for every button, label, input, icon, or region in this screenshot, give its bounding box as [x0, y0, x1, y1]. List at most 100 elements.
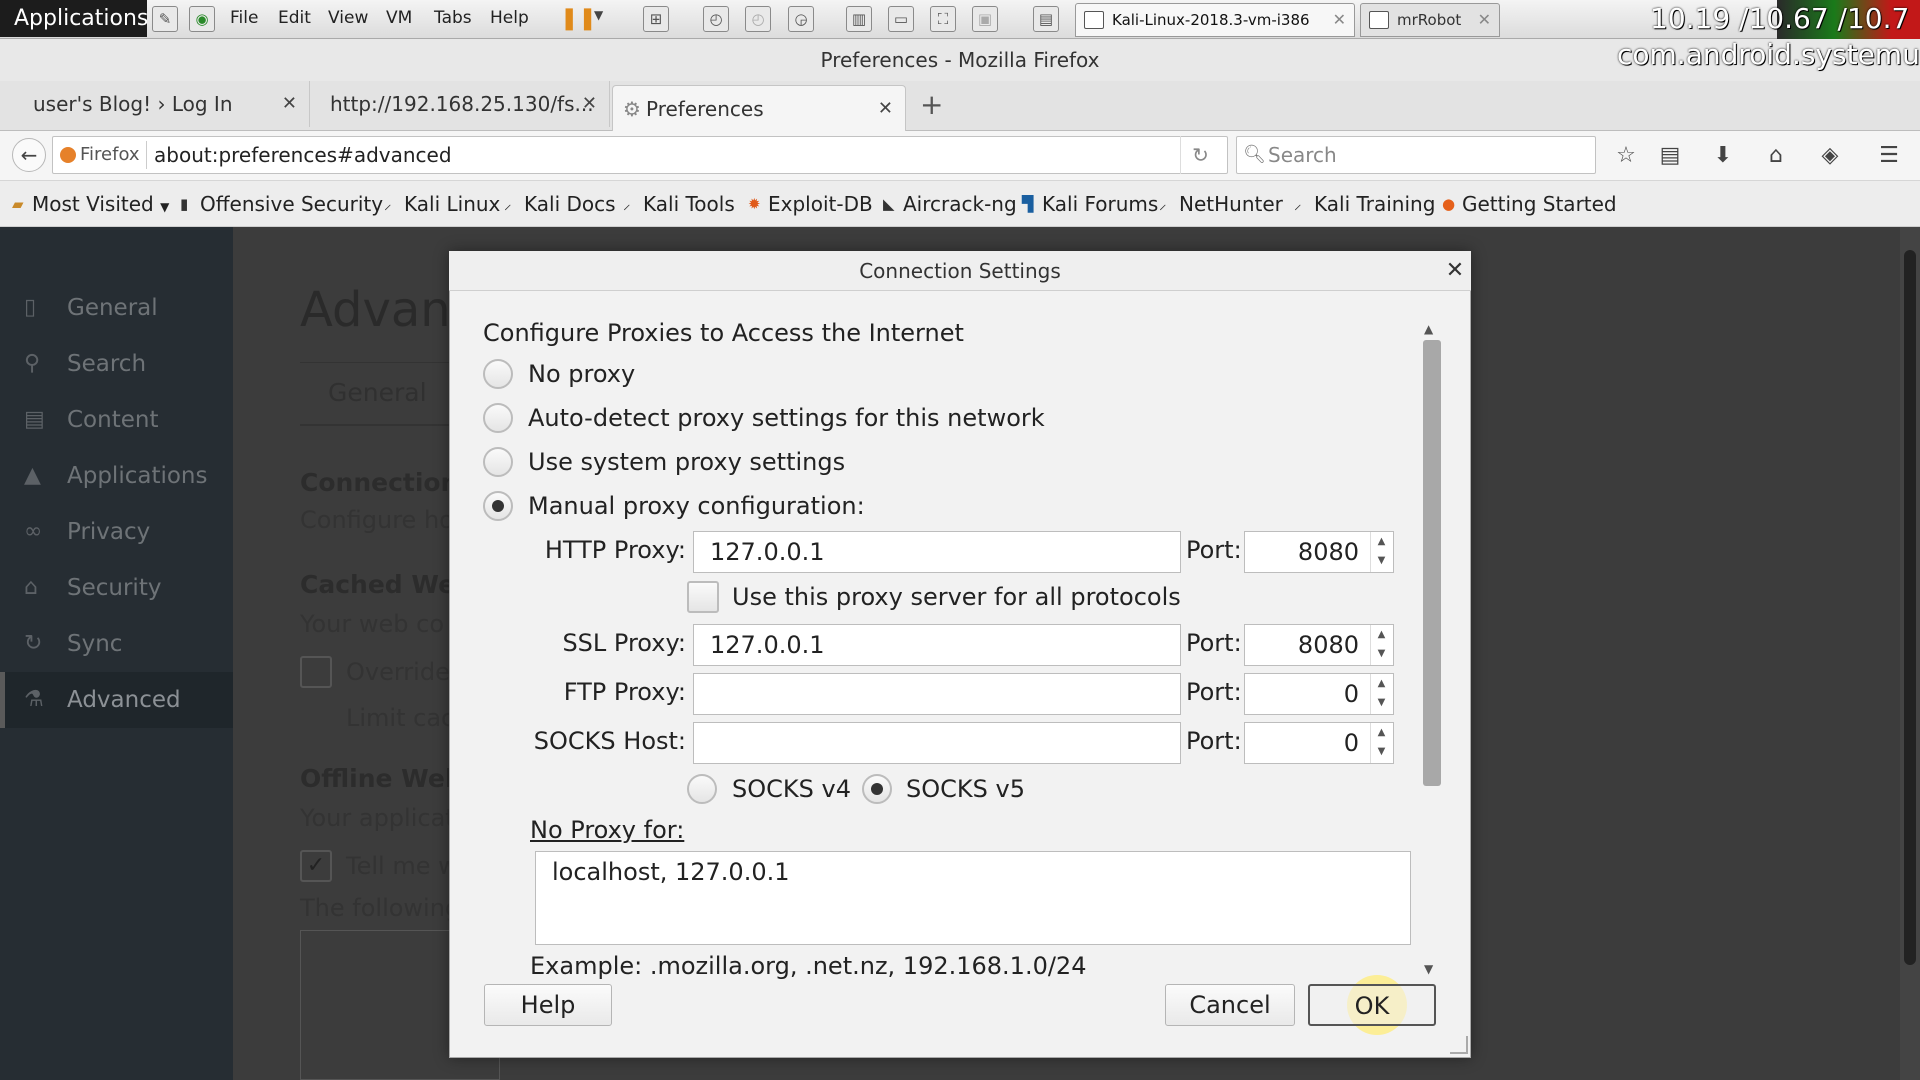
no-proxy-label[interactable]: No proxy — [528, 360, 635, 388]
firefox-icon: ● — [1442, 195, 1456, 213]
close-icon[interactable]: ✕ — [582, 81, 597, 127]
view-icon[interactable]: ▤ — [1033, 6, 1059, 32]
all-protocols-checkbox[interactable] — [687, 581, 719, 613]
close-icon[interactable]: ✕ — [1478, 4, 1491, 36]
bookmark-star-icon[interactable]: ☆ — [1610, 140, 1642, 172]
sidebar-item-content[interactable]: ▤ Content — [0, 392, 233, 448]
bookmark-getting-started[interactable]: ● Getting Started — [1440, 181, 1617, 227]
sidebar-toggle-icon[interactable]: ▥ — [846, 6, 872, 32]
home-icon[interactable]: ⌂ — [1760, 140, 1792, 172]
system-proxy-label[interactable]: Use system proxy settings — [528, 448, 845, 476]
ftp-proxy-input[interactable] — [693, 673, 1181, 715]
vm-tab-kali[interactable]: Kali-Linux-2018.3-vm-i386 ✕ — [1075, 3, 1355, 37]
network-icon[interactable]: ⊞ — [643, 6, 669, 32]
system-proxy-radio[interactable] — [483, 447, 513, 477]
page-scrollbar-thumb[interactable] — [1904, 250, 1916, 965]
snapshot-icon[interactable]: ◴ — [703, 6, 729, 32]
offline-description: Your applicat — [300, 804, 455, 832]
bookmark-kali-tools[interactable]: ⸝ Kali Tools — [621, 181, 735, 227]
scroll-down-icon[interactable]: ▼ — [1424, 962, 1433, 976]
url-text[interactable]: about:preferences#advanced — [154, 136, 452, 174]
site-identity[interactable]: Firefox — [60, 136, 140, 174]
vm-menu-view[interactable]: View — [328, 0, 368, 37]
sidebar-item-privacy[interactable]: ∞ Privacy — [0, 504, 233, 560]
pause-icon[interactable]: ❚❚ — [560, 6, 597, 32]
vm-menu-help[interactable]: Help — [490, 0, 529, 37]
vm-menu-vm[interactable]: VM — [386, 0, 412, 37]
new-tab-button[interactable]: + — [920, 88, 943, 121]
scroll-up-icon[interactable]: ▲ — [1424, 322, 1433, 336]
chevron-down-icon[interactable]: ▼ — [594, 8, 603, 22]
reading-list-icon[interactable]: ▤ — [1654, 140, 1686, 172]
hamburger-menu-icon[interactable]: ☰ — [1873, 140, 1905, 172]
tab-preferences[interactable]: ⚙ Preferences ✕ — [612, 85, 906, 131]
download-icon[interactable]: ⬇ — [1707, 140, 1739, 172]
no-proxy-for-textarea[interactable]: localhost, 127.0.0.1 — [535, 851, 1411, 945]
advanced-icon: ⚗ — [24, 687, 44, 712]
socks-v4-label[interactable]: SOCKS v4 — [732, 775, 851, 803]
cancel-button[interactable]: Cancel — [1165, 984, 1295, 1026]
tab-general[interactable]: General — [300, 360, 460, 426]
bookmark-kali-training[interactable]: ⸝ Kali Training — [1292, 181, 1435, 227]
socks-v5-radio[interactable] — [862, 774, 892, 804]
snapshot-manager-icon[interactable]: ◶ — [788, 6, 814, 32]
bookmark-kali-docs[interactable]: ⸝ Kali Docs — [502, 181, 616, 227]
aircrack-icon: ◣ — [883, 195, 895, 213]
bookmark-exploit-db[interactable]: ✹ Exploit-DB — [746, 181, 873, 227]
pocket-icon[interactable]: ◈ — [1814, 140, 1846, 172]
ok-button[interactable]: OK — [1308, 984, 1436, 1026]
reload-icon[interactable]: ↻ — [1180, 136, 1220, 174]
http-port-spinner[interactable]: ▲ ▼ — [1370, 532, 1392, 572]
bookmark-most-visited[interactable]: ▰ Most Visited ▼ — [10, 181, 169, 227]
snapshot-revert-icon[interactable]: ◴ — [745, 6, 771, 32]
vm-menu-file[interactable]: File — [230, 0, 258, 37]
pin-icon[interactable]: ✎ — [152, 6, 178, 32]
sidebar-item-search[interactable]: ⚲ Search — [0, 336, 233, 392]
socks-host-input[interactable] — [693, 722, 1181, 764]
socks-v4-radio[interactable] — [687, 774, 717, 804]
socks-port-spinner[interactable]: ▲ ▼ — [1370, 723, 1392, 763]
bookmark-offensive-security[interactable]: ▮ Offensive Security — [178, 181, 383, 227]
auto-detect-radio[interactable] — [483, 403, 513, 433]
manual-proxy-radio[interactable] — [483, 491, 513, 521]
sidebar-item-general[interactable]: ▯ General — [0, 280, 233, 336]
help-button[interactable]: Help — [484, 984, 612, 1026]
vm-menu-tabs[interactable]: Tabs — [434, 0, 472, 37]
auto-detect-label[interactable]: Auto-detect proxy settings for this netw… — [528, 404, 1045, 432]
sidebar-item-sync[interactable]: ↻ Sync — [0, 616, 233, 672]
close-icon[interactable]: ✕ — [878, 86, 893, 132]
ftp-port-spinner[interactable]: ▲ ▼ — [1370, 674, 1392, 714]
tab-url[interactable]: http://192.168.25.130/fs... ✕ — [310, 81, 610, 127]
console-icon[interactable]: ▭ — [888, 6, 914, 32]
close-icon[interactable]: ✕ — [1440, 251, 1470, 291]
sidebar-item-applications[interactable]: ▲ Applications — [0, 448, 233, 504]
vm-tab-mrrobot[interactable]: mrRobot ✕ — [1360, 3, 1500, 37]
http-proxy-input[interactable]: 127.0.0.1 — [693, 531, 1181, 573]
manual-proxy-label[interactable]: Manual proxy configuration: — [528, 492, 865, 520]
ssl-proxy-input[interactable]: 127.0.0.1 — [693, 624, 1181, 666]
unity-icon[interactable]: ▣ — [972, 6, 998, 32]
ssl-port-spinner[interactable]: ▲ ▼ — [1370, 625, 1392, 665]
tell-me-checkbox[interactable]: ✓ — [300, 850, 332, 882]
no-proxy-radio[interactable] — [483, 359, 513, 389]
override-checkbox[interactable] — [300, 656, 332, 688]
tab-blog-login[interactable]: user's Blog! › Log In ✕ — [0, 81, 310, 127]
vm-status-icon[interactable]: ◉ — [189, 6, 215, 32]
resize-grip-icon[interactable] — [1450, 1036, 1468, 1054]
vm-menu-edit[interactable]: Edit — [278, 0, 311, 37]
socks-v5-label[interactable]: SOCKS v5 — [906, 775, 1025, 803]
back-button[interactable]: ← — [12, 138, 46, 172]
bookmark-aircrack-ng[interactable]: ◣ Aircrack-ng — [881, 181, 1017, 227]
bookmark-kali-linux[interactable]: ⸝ Kali Linux — [382, 181, 500, 227]
bookmark-nethunter[interactable]: ⸝ NetHunter — [1157, 181, 1283, 227]
applications-menu[interactable]: Applications▼ — [0, 0, 164, 37]
all-protocols-label[interactable]: Use this proxy server for all protocols — [732, 583, 1181, 611]
sidebar-item-security[interactable]: ⌂ Security — [0, 560, 233, 616]
dialog-scrollbar-thumb[interactable] — [1423, 340, 1441, 786]
close-icon[interactable]: ✕ — [1333, 4, 1346, 36]
sidebar-item-advanced[interactable]: ⚗ Advanced — [0, 672, 233, 728]
fullscreen-icon[interactable]: ⛶ — [930, 6, 956, 32]
close-icon[interactable]: ✕ — [282, 81, 297, 127]
bookmark-kali-forums[interactable]: ▜ Kali Forums — [1020, 181, 1158, 227]
search-placeholder[interactable]: Search — [1268, 136, 1337, 174]
